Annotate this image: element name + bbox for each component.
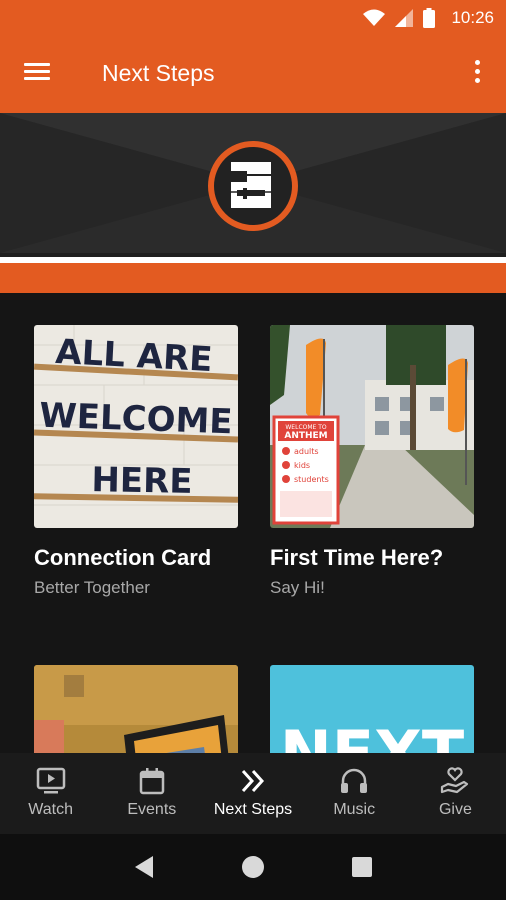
card-subtitle: Say Hi! xyxy=(270,578,325,597)
next-steps-grid: ALL ARE WELCOME HERE Connection Card Bet… xyxy=(0,293,506,753)
recents-icon[interactable] xyxy=(342,847,382,887)
card-tablet[interactable] xyxy=(34,665,238,753)
nav-label: Events xyxy=(127,801,177,818)
tv-play-icon xyxy=(36,767,65,794)
card-connection-card[interactable]: ALL ARE WELCOME HERE Connection Card Bet… xyxy=(34,325,238,598)
more-vert-icon[interactable] xyxy=(470,60,484,90)
app-bar: Next Steps xyxy=(0,36,506,113)
nav-label: Music xyxy=(333,801,376,818)
signal-icon xyxy=(395,9,414,27)
nav-label: Give xyxy=(438,801,472,818)
headphones-icon xyxy=(341,768,368,793)
nav-next-steps[interactable]: Next Steps xyxy=(202,753,303,834)
hand-heart-icon xyxy=(441,767,469,794)
letterboard-sign-image: ALL ARE WELCOME HERE xyxy=(34,325,238,528)
sign-kids: kids xyxy=(294,461,310,470)
status-bar: 10:26 xyxy=(0,0,506,36)
sign-line-3: HERE xyxy=(91,460,193,502)
system-navigation-bar xyxy=(0,834,506,900)
nav-music[interactable]: Music xyxy=(304,753,405,834)
header-banner xyxy=(0,113,506,293)
tablet-on-table-image xyxy=(34,665,238,753)
battery-icon xyxy=(423,8,436,28)
status-time: 10:26 xyxy=(451,8,494,27)
card-subtitle: Better Together xyxy=(34,578,150,597)
home-icon[interactable] xyxy=(233,847,273,887)
nav-label: Watch xyxy=(28,801,73,818)
card-first-time-here[interactable]: WELCOME TO ANTHEM adults kids students F… xyxy=(270,325,474,598)
nav-events[interactable]: Events xyxy=(101,753,202,834)
church-entrance-sign-image: WELCOME TO ANTHEM adults kids students xyxy=(270,325,474,528)
card-next[interactable]: NEXT xyxy=(270,665,474,753)
anthem-a-logo xyxy=(208,141,298,231)
sign-adults: adults xyxy=(294,447,319,456)
next-graphic-image: NEXT xyxy=(270,665,474,753)
nav-watch[interactable]: Watch xyxy=(0,753,101,834)
sign-line-2: WELCOME xyxy=(39,396,234,443)
hamburger-menu-icon[interactable] xyxy=(24,60,54,90)
sign-students: students xyxy=(294,475,329,484)
page-title: Next Steps xyxy=(102,60,215,86)
sign-anthem: ANTHEM xyxy=(284,431,327,441)
bottom-navigation: Watch Events Next Steps Music Give xyxy=(0,753,506,834)
wifi-icon xyxy=(363,9,386,26)
card-title: Connection Card xyxy=(34,545,212,570)
calendar-icon xyxy=(139,768,165,795)
nav-label: Next Steps xyxy=(213,801,293,818)
sign-welcome: WELCOME TO xyxy=(285,424,327,431)
card-title: First Time Here? xyxy=(270,545,444,570)
back-icon[interactable] xyxy=(124,847,164,887)
next-graphic-text: NEXT xyxy=(280,717,464,753)
sign-line-1: ALL ARE xyxy=(54,332,213,380)
nav-give[interactable]: Give xyxy=(405,753,506,834)
double-chevron-right-icon xyxy=(241,769,265,793)
